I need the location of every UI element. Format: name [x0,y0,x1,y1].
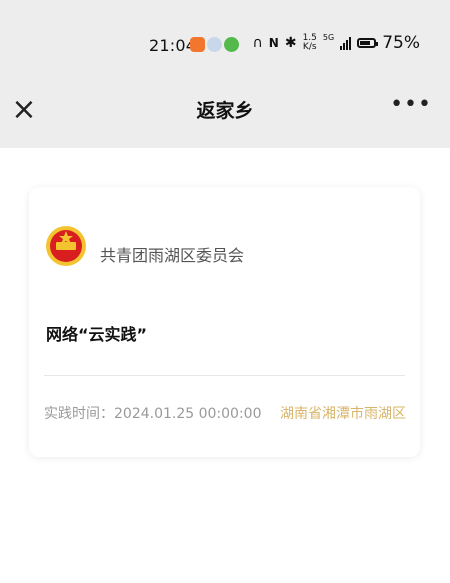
status-bar: 21:04 ∩ N ✱ 1.5 K/s 5G 75% [0,0,450,76]
signal-icon [340,36,352,50]
activity-title: 网络“云实践” [46,325,148,344]
navigation-bar: × 返家乡 ••• [0,76,450,148]
headphones-icon: ∩ [252,35,263,51]
youth-league-logo-icon [46,226,86,266]
page-title: 返家乡 [196,100,254,122]
practice-time-label: 实践时间： [44,406,114,422]
battery-icon [357,38,379,48]
battery-percent: 75% [382,33,420,53]
more-options-button[interactable]: ••• [390,94,432,116]
bluetooth-icon: ✱ [284,35,297,51]
notification-icons [190,37,239,52]
activity-card[interactable]: 共青团雨湖区委员会 网络“云实践” 实践时间：2024.01.25 00:00:… [29,187,420,457]
card-divider [44,375,405,376]
app-notification-icon [190,37,205,52]
globe-notification-icon [224,37,239,52]
network-speed: 1.5 K/s [302,33,317,52]
nfc-icon: N [268,36,279,50]
organization-name: 共青团雨湖区委员会 [100,246,245,265]
location-text: 湖南省湘潭市雨湖区 [280,406,406,422]
status-indicators: ∩ N ✱ 1.5 K/s 5G 75% [253,33,420,53]
practice-time-value: 2024.01.25 00:00:00 [114,406,262,422]
browser-notification-icon [207,37,222,52]
network-type: 5G [322,33,335,42]
practice-time: 实践时间：2024.01.25 00:00:00 [44,403,262,423]
